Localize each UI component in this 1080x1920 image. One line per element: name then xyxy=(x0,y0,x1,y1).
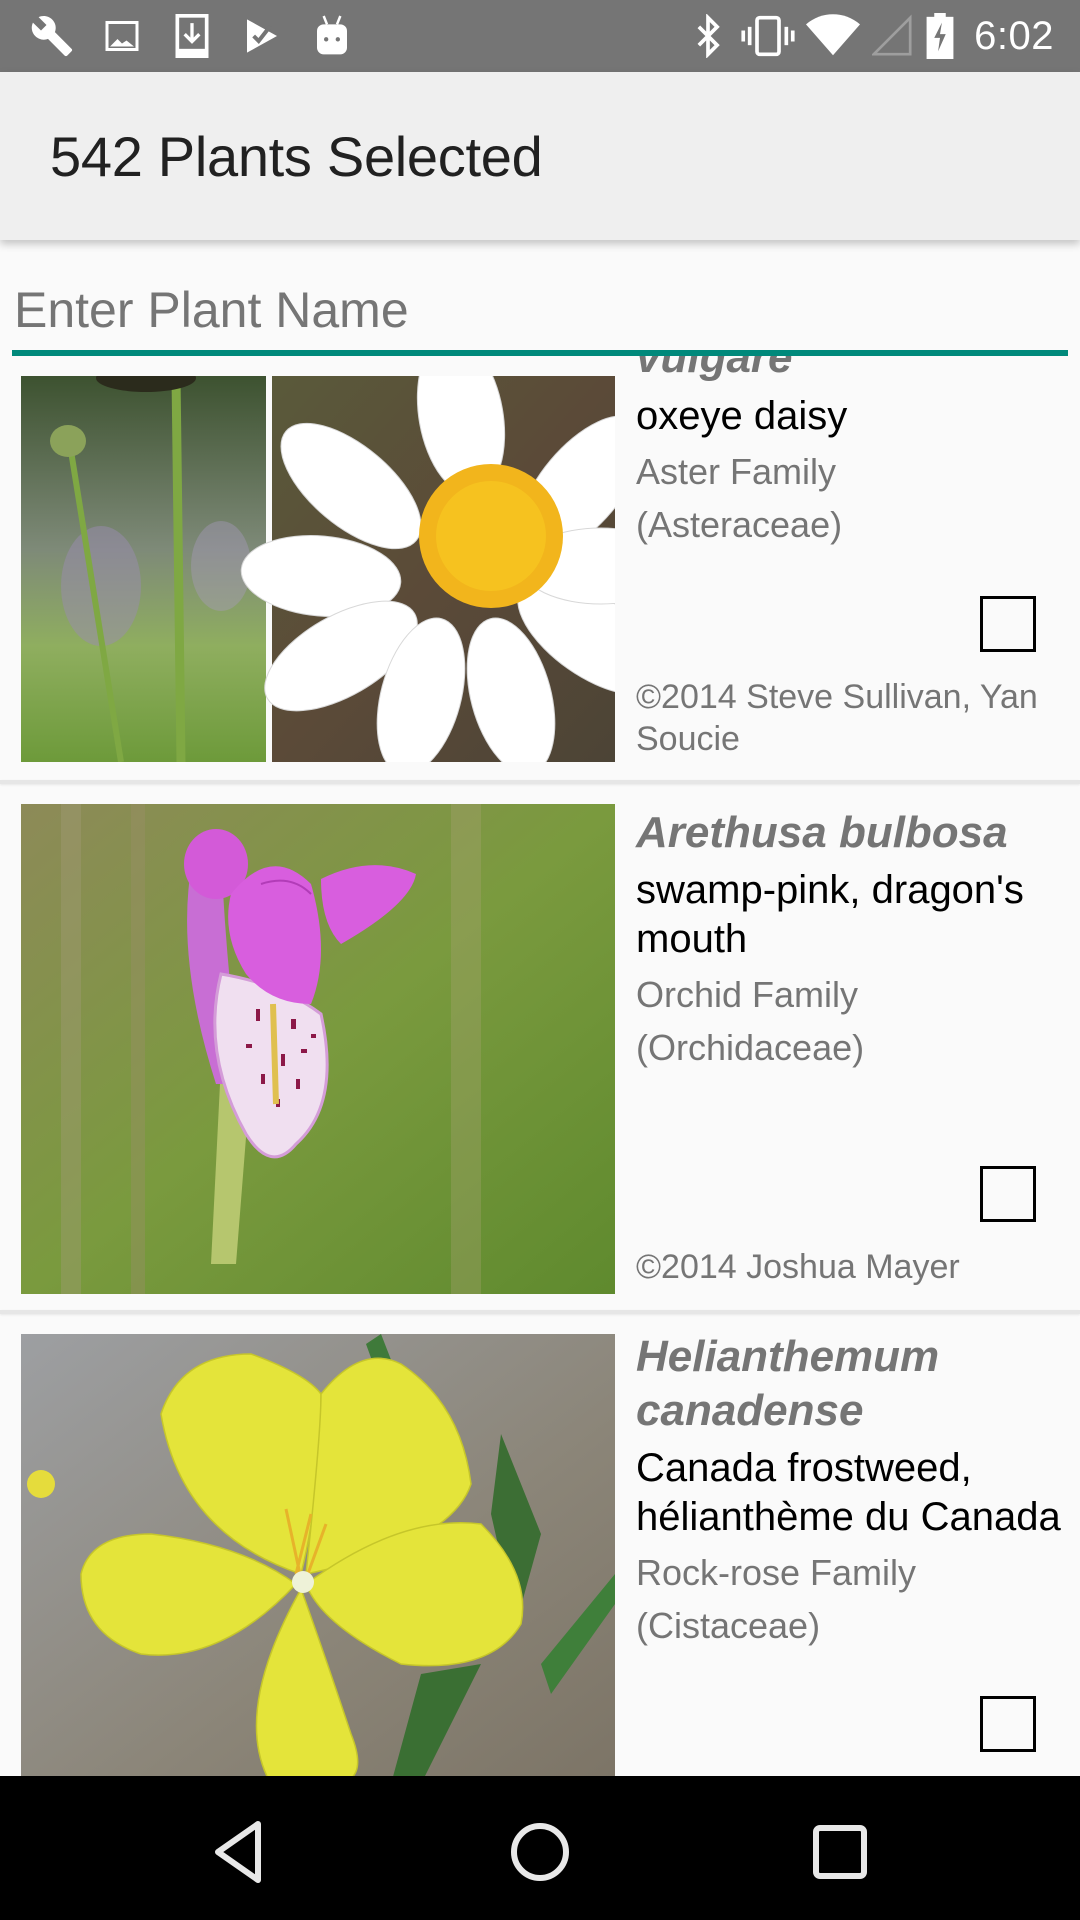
plant-info: Arethusa bulbosa swamp-pink, dragon's mo… xyxy=(636,806,1066,1074)
canada-frostweed-photo xyxy=(21,1334,615,1776)
home-button[interactable] xyxy=(504,1816,576,1888)
common-name: Canada frostweed, hélianthème du Canada xyxy=(636,1446,1061,1539)
android-icon xyxy=(308,12,356,60)
navigation-bar xyxy=(0,1776,1080,1920)
family-name: Orchid Family (Orchidaceae) xyxy=(636,968,1066,1074)
swamp-pink-orchid-photo xyxy=(21,804,615,1294)
select-checkbox[interactable] xyxy=(980,1696,1036,1752)
list-item[interactable]: Helianthemum canadense Canada frostweed,… xyxy=(0,1314,1080,1776)
home-circle-icon xyxy=(511,1823,569,1881)
scientific-name: Arethusa bulbosa xyxy=(636,808,1008,857)
wrench-icon xyxy=(28,12,76,60)
family-latin: (Cistaceae) xyxy=(636,1605,821,1646)
status-bar: 6:02 xyxy=(0,0,1080,72)
download-icon xyxy=(168,12,216,60)
vibrate-icon xyxy=(740,12,796,60)
list-item[interactable]: Arethusa bulbosa swamp-pink, dragon's mo… xyxy=(0,784,1080,1314)
scientific-name: vulgare xyxy=(636,356,793,382)
screen: 6:02 542 Plants Selected Enter Plant Nam… xyxy=(0,0,1080,1920)
select-checkbox[interactable] xyxy=(980,1166,1036,1222)
search-field xyxy=(12,250,1068,356)
family-name: Rock-rose Family (Cistaceae) xyxy=(636,1546,1066,1652)
oxeye-daisy-photo xyxy=(21,376,615,762)
common-name: swamp-pink, dragon's mouth xyxy=(636,868,1024,961)
play-store-check-icon xyxy=(238,12,286,60)
wifi-icon xyxy=(806,12,861,60)
family-latin: (Asteraceae) xyxy=(636,504,843,545)
battery-charging-icon xyxy=(924,12,956,60)
family-name: Aster Family (Asteraceae) xyxy=(636,445,1066,551)
family-latin: (Orchidaceae) xyxy=(636,1027,865,1068)
app-bar: 542 Plants Selected xyxy=(0,72,1080,240)
family-common: Aster Family xyxy=(636,451,837,492)
list-item[interactable]: vulgare oxeye daisy Aster Family (Astera… xyxy=(0,356,1080,776)
system-status-icons: 6:02 xyxy=(676,0,1054,72)
family-common: Orchid Family xyxy=(636,974,859,1015)
photo-copyright: ©2014 Steve Sullivan, Yan Soucie xyxy=(636,678,1038,758)
recents-square-icon xyxy=(813,1825,867,1879)
family-common: Rock-rose Family xyxy=(636,1552,917,1593)
common-name: oxeye daisy xyxy=(636,394,848,438)
recents-button[interactable] xyxy=(804,1816,876,1888)
plant-name-search-input[interactable] xyxy=(12,250,1068,350)
plant-info: vulgare oxeye daisy Aster Family (Astera… xyxy=(636,356,1066,551)
plant-list[interactable]: vulgare oxeye daisy Aster Family (Astera… xyxy=(0,356,1080,1776)
clock: 6:02 xyxy=(974,13,1054,58)
plant-info: Helianthemum canadense Canada frostweed,… xyxy=(636,1330,1066,1652)
scientific-name: Helianthemum canadense xyxy=(636,1332,940,1435)
bluetooth-icon xyxy=(686,12,730,60)
photo-copyright: ©2014 Joshua Mayer xyxy=(636,1248,960,1286)
back-triangle-icon xyxy=(215,1821,261,1883)
notification-icons xyxy=(0,12,378,60)
back-button[interactable] xyxy=(204,1816,276,1888)
page-title: 542 Plants Selected xyxy=(50,125,543,188)
image-icon xyxy=(98,12,146,60)
select-checkbox[interactable] xyxy=(980,596,1036,652)
cell-signal-icon xyxy=(870,12,914,60)
